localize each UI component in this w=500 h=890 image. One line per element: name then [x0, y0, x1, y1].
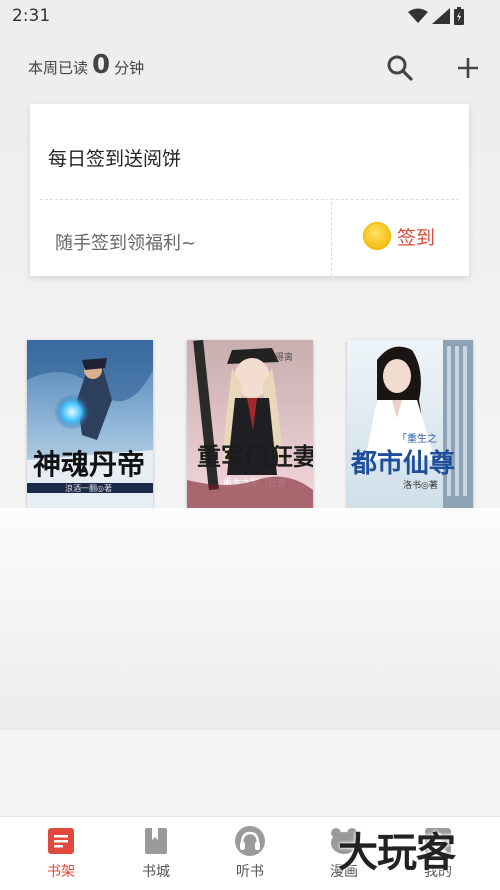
book-cover-art: 神魂丹帝 浪酒一翻◎著: [27, 340, 153, 508]
book-title: 神魂丹帝: [33, 448, 145, 481]
status-time: 2:31: [12, 6, 51, 26]
headphones-icon: [235, 826, 265, 856]
book-cover-art: 「重生之 都市仙尊 洛书◎著: [347, 340, 473, 508]
battery-icon: [454, 7, 464, 25]
book-title: 都市仙尊: [350, 448, 455, 479]
wifi-icon: [408, 8, 428, 23]
coin-icon: [363, 222, 391, 250]
header: 本周已读 0 分钟: [0, 32, 500, 107]
book-author: 浪酒一翻◎著: [65, 483, 112, 493]
book-cover[interactable]: 「重生之 都市仙尊 洛书◎著: [347, 340, 473, 508]
weekly-prefix: 本周已读: [28, 59, 89, 77]
bookshelf: 神魂丹帝 浪酒一翻◎著 得离 重军门狂妻 重生之军门狂妻: [0, 340, 500, 508]
book-cover[interactable]: 神魂丹帝 浪酒一翻◎著: [27, 340, 153, 508]
sign-in-button[interactable]: 签到: [363, 222, 435, 250]
book-cover-art: 得离 重军门狂妻 重生之军门狂妻: [187, 340, 313, 508]
search-icon[interactable]: [386, 54, 414, 82]
sign-in-label: 签到: [397, 226, 436, 249]
bookstore-icon: [145, 828, 167, 854]
checkin-subtitle: 随手签到领福利~: [55, 233, 197, 254]
status-icons: [408, 7, 464, 25]
bookshelf-icon: [48, 828, 74, 854]
author-tag: 得离: [275, 351, 293, 363]
book-series-tag: 「重生之: [397, 432, 437, 445]
add-icon[interactable]: [454, 54, 482, 82]
shelf-empty-area: [0, 508, 500, 730]
tab-bookshelf[interactable]: 书架: [26, 825, 96, 881]
card-divider: [40, 199, 459, 200]
signal-icon: [432, 8, 450, 24]
tab-bookstore[interactable]: 书城: [121, 825, 191, 881]
card-vertical-divider: [331, 202, 332, 276]
shelf-footer-area: [0, 730, 500, 816]
tab-label: 书城: [142, 864, 170, 880]
status-bar: 2:31: [0, 0, 500, 32]
tab-label: 听书: [236, 864, 264, 880]
book-cover[interactable]: 得离 重军门狂妻 重生之军门狂妻: [187, 340, 313, 508]
tab-label: 书架: [47, 864, 75, 880]
book-title: 重军门狂妻: [197, 442, 313, 471]
checkin-title: 每日签到送阅饼: [48, 148, 182, 170]
weekly-minutes: 0: [92, 50, 111, 80]
checkin-card: 每日签到送阅饼 随手签到领福利~ 签到: [30, 104, 469, 276]
weekly-suffix: 分钟: [114, 59, 145, 77]
watermark-logo: 大玩客: [338, 830, 456, 876]
tab-audiobooks[interactable]: 听书: [215, 825, 285, 881]
weekly-reading-stat: 本周已读 0 分钟: [28, 52, 144, 78]
book-author: 洛书◎著: [403, 479, 438, 491]
